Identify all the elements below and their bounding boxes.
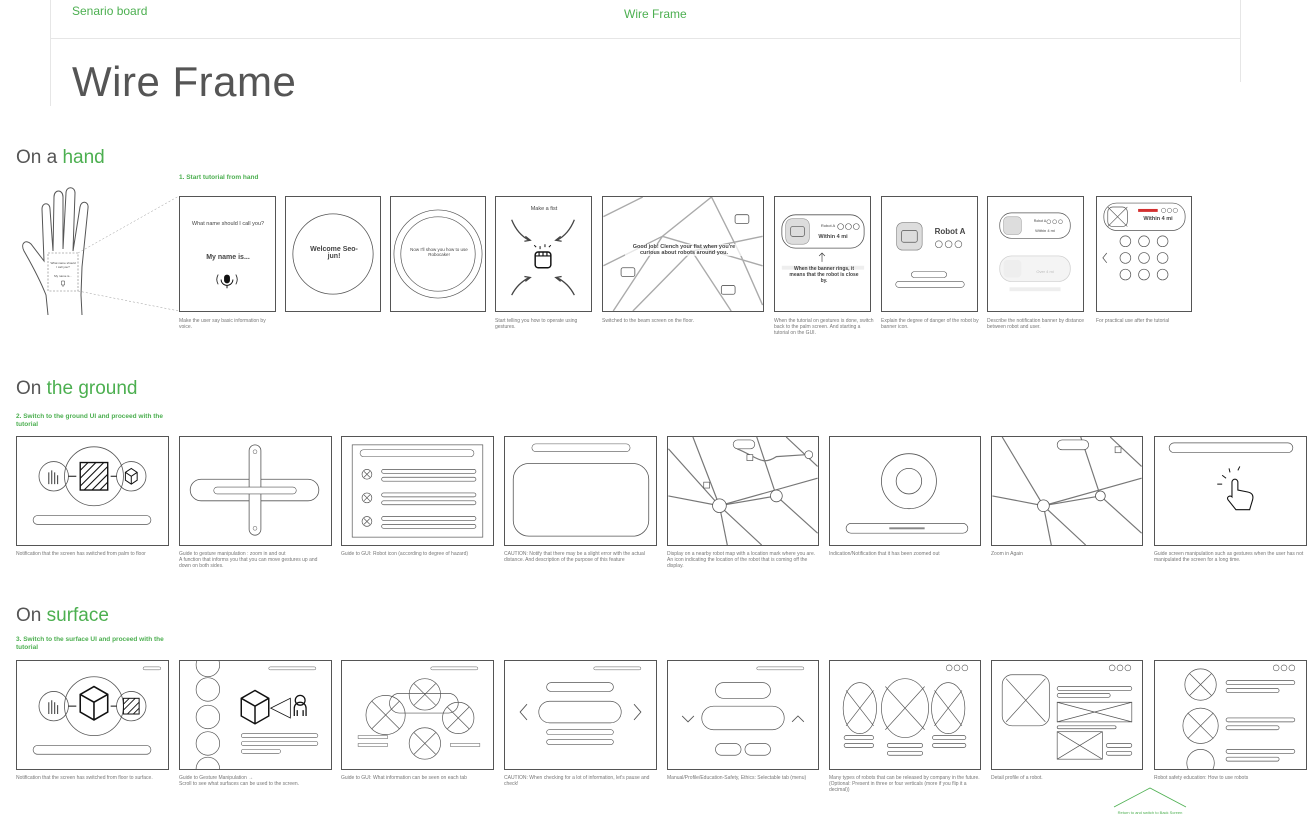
hand-illustration: What name should I call you? My name is.… bbox=[22, 187, 180, 316]
caption-ground-5: Display on a nearby robot map with a loc… bbox=[667, 551, 816, 569]
return-note: Return to and switch to Back Screen bbox=[1117, 810, 1183, 815]
ground-frame-1 bbox=[16, 436, 169, 546]
step-label-ground: 2. Switch to the ground UI and proceed w… bbox=[16, 413, 163, 428]
idle-guide-diagram bbox=[1168, 442, 1294, 511]
caption-ground-6: Indication/Notification that it has been… bbox=[829, 551, 940, 557]
caption-ground-8: Guide screen manipulation such as gestur… bbox=[1154, 551, 1304, 563]
section-title-ground: On the ground bbox=[16, 378, 138, 399]
step-label-hand: 1. Start tutorial from hand bbox=[179, 174, 259, 181]
zoomed-out-diagram bbox=[845, 453, 969, 534]
robot-icon-guide bbox=[351, 444, 484, 538]
ground-frame-5-map bbox=[667, 436, 819, 546]
ground-frame-6 bbox=[829, 436, 981, 546]
pause-check-diagram bbox=[519, 666, 642, 745]
caption-hand-7: Explain the degree of danger of the robo… bbox=[881, 318, 979, 330]
distance-label: Within 4 mi bbox=[818, 234, 848, 240]
tab-info-diagram bbox=[357, 666, 481, 760]
good-job-text: Good job! Clench your fist when you're c… bbox=[625, 244, 743, 256]
ground-frame-3 bbox=[341, 436, 494, 546]
surface-frame-8 bbox=[1154, 660, 1307, 770]
hand-frame-6: Robot A Within 4 mi When the banner ring… bbox=[774, 196, 871, 312]
caption-hand-5: Switched to the beam screen on the floor… bbox=[602, 318, 694, 324]
caption-surface-2: Guide to Gesture Manipulation → Scroll t… bbox=[179, 775, 300, 787]
menu-tabs-diagram bbox=[681, 666, 805, 756]
caption-hand-1: Make the user say basic information by v… bbox=[179, 318, 266, 330]
robot-a-label: Robot A bbox=[820, 223, 836, 228]
caption-ground-4: CAUTION: Notify that there may be a slig… bbox=[504, 551, 645, 563]
caption-hand-4: Start telling you how to operate using g… bbox=[495, 318, 578, 330]
robot-a-small: Robot A bbox=[1033, 219, 1047, 223]
hand-frame-9: Within 4 mi bbox=[1096, 196, 1192, 312]
caption-surface-3: Guide to GUI: What information can be se… bbox=[341, 775, 467, 781]
hand-frame-2: Welcome Seo-jun! bbox=[285, 196, 381, 312]
caption-hand-9: For practical use after the tutorial bbox=[1096, 318, 1170, 324]
hand-frame-1: What name should I call you? My name is.… bbox=[179, 196, 276, 312]
top-nav: Senario board Wire Frame bbox=[50, 0, 1241, 106]
ground-frame-7-map bbox=[991, 436, 1143, 546]
ground-frame-4 bbox=[504, 436, 657, 546]
caption-ground-1: Notification that the screen has switche… bbox=[16, 551, 146, 557]
safety-education-diagram bbox=[1182, 664, 1296, 769]
svg-text:I call you?: I call you? bbox=[56, 265, 70, 269]
caption-hand-6: When the tutorial on gestures is done, s… bbox=[774, 318, 874, 336]
welcome-text: Welcome Seo-jun! bbox=[310, 246, 358, 260]
hand-frame-7: Robot A bbox=[881, 196, 978, 312]
caption-ground-7: Zoom in Again bbox=[991, 551, 1023, 557]
surface-frame-3 bbox=[341, 660, 494, 770]
surface-scroll-diagram bbox=[195, 661, 319, 769]
surface-frame-7 bbox=[991, 660, 1143, 770]
caption-surface-8: Robot safety education: How to use robot… bbox=[1154, 775, 1249, 781]
caption-surface-4: CAUTION: When checking for a lot of info… bbox=[504, 775, 650, 787]
section-title-surface: On surface bbox=[16, 605, 109, 626]
nav-link-wire-frame[interactable]: Wire Frame bbox=[624, 7, 687, 21]
zoom-gesture-diagram bbox=[189, 444, 320, 536]
hand-frame-3: Now I'll show you how to use Robocake! bbox=[390, 196, 486, 312]
surface-frame-1 bbox=[16, 660, 169, 770]
caption-surface-6: Many types of robots that can be release… bbox=[829, 775, 980, 793]
svg-text:My name is...: My name is... bbox=[54, 274, 72, 278]
nav-left-divider bbox=[50, 0, 51, 106]
caption-surface-7: Detail profile of a robot. bbox=[991, 775, 1043, 781]
surface-frame-6 bbox=[829, 660, 981, 770]
surface-frame-2 bbox=[179, 660, 332, 770]
zoom-in-map bbox=[992, 437, 1142, 545]
return-arrow bbox=[1113, 787, 1187, 808]
floor-to-surface-diagram bbox=[32, 666, 161, 755]
caution-diagram bbox=[512, 443, 650, 537]
caption-surface-1: Notification that the screen has switche… bbox=[16, 775, 153, 781]
page-title: Wire Frame bbox=[72, 58, 297, 105]
robot-profile-diagram bbox=[1001, 664, 1133, 760]
hand-frame-8: Robot A Within 4 mi Over 4 mi bbox=[987, 196, 1084, 312]
nav-link-scenario-board[interactable]: Senario board bbox=[72, 4, 147, 18]
surface-frame-5 bbox=[667, 660, 819, 770]
hand-frame-4: Make a fist bbox=[495, 196, 592, 312]
robot-banner bbox=[781, 214, 865, 270]
banner-note: When the banner rings, it means that the… bbox=[789, 266, 859, 284]
distance-banners bbox=[999, 212, 1071, 292]
palm-to-floor-diagram bbox=[32, 446, 152, 525]
surface-frame-4 bbox=[504, 660, 657, 770]
intro-text: Now I'll show you how to use Robocake! bbox=[410, 247, 468, 257]
hand-frame-5-map: Good job! Clench your fist when you're c… bbox=[602, 196, 764, 312]
within-label: Within 4 mi bbox=[1035, 228, 1055, 233]
robot-a-title: Robot A bbox=[934, 227, 966, 236]
microphone-icon bbox=[216, 274, 238, 289]
over-label: Over 4 mi bbox=[1036, 269, 1054, 274]
nav-right-divider bbox=[1240, 0, 1241, 82]
robot-map bbox=[668, 437, 818, 545]
section-title-hand: On a hand bbox=[16, 147, 105, 168]
grid-menu bbox=[1102, 202, 1186, 281]
robot-detail bbox=[895, 222, 965, 288]
caption-hand-8: Describe the notification banner by dist… bbox=[987, 318, 1085, 330]
caption-ground-2: Guide to gesture manipulation : zoom in … bbox=[179, 551, 318, 569]
within-label-grid: Within 4 mi bbox=[1143, 216, 1173, 222]
ground-frame-2 bbox=[179, 436, 332, 546]
step-label-surface: 3. Switch to the surface UI and proceed … bbox=[16, 636, 164, 651]
ground-frame-8 bbox=[1154, 436, 1307, 546]
caption-ground-3: Guide to GUI: Robot icon (according to d… bbox=[341, 551, 469, 557]
fist-gesture-diagram bbox=[511, 219, 575, 296]
robot-types-diagram bbox=[842, 664, 969, 756]
caption-surface-5: Manual/Profile/Education-Safety, Ethics:… bbox=[667, 775, 807, 781]
